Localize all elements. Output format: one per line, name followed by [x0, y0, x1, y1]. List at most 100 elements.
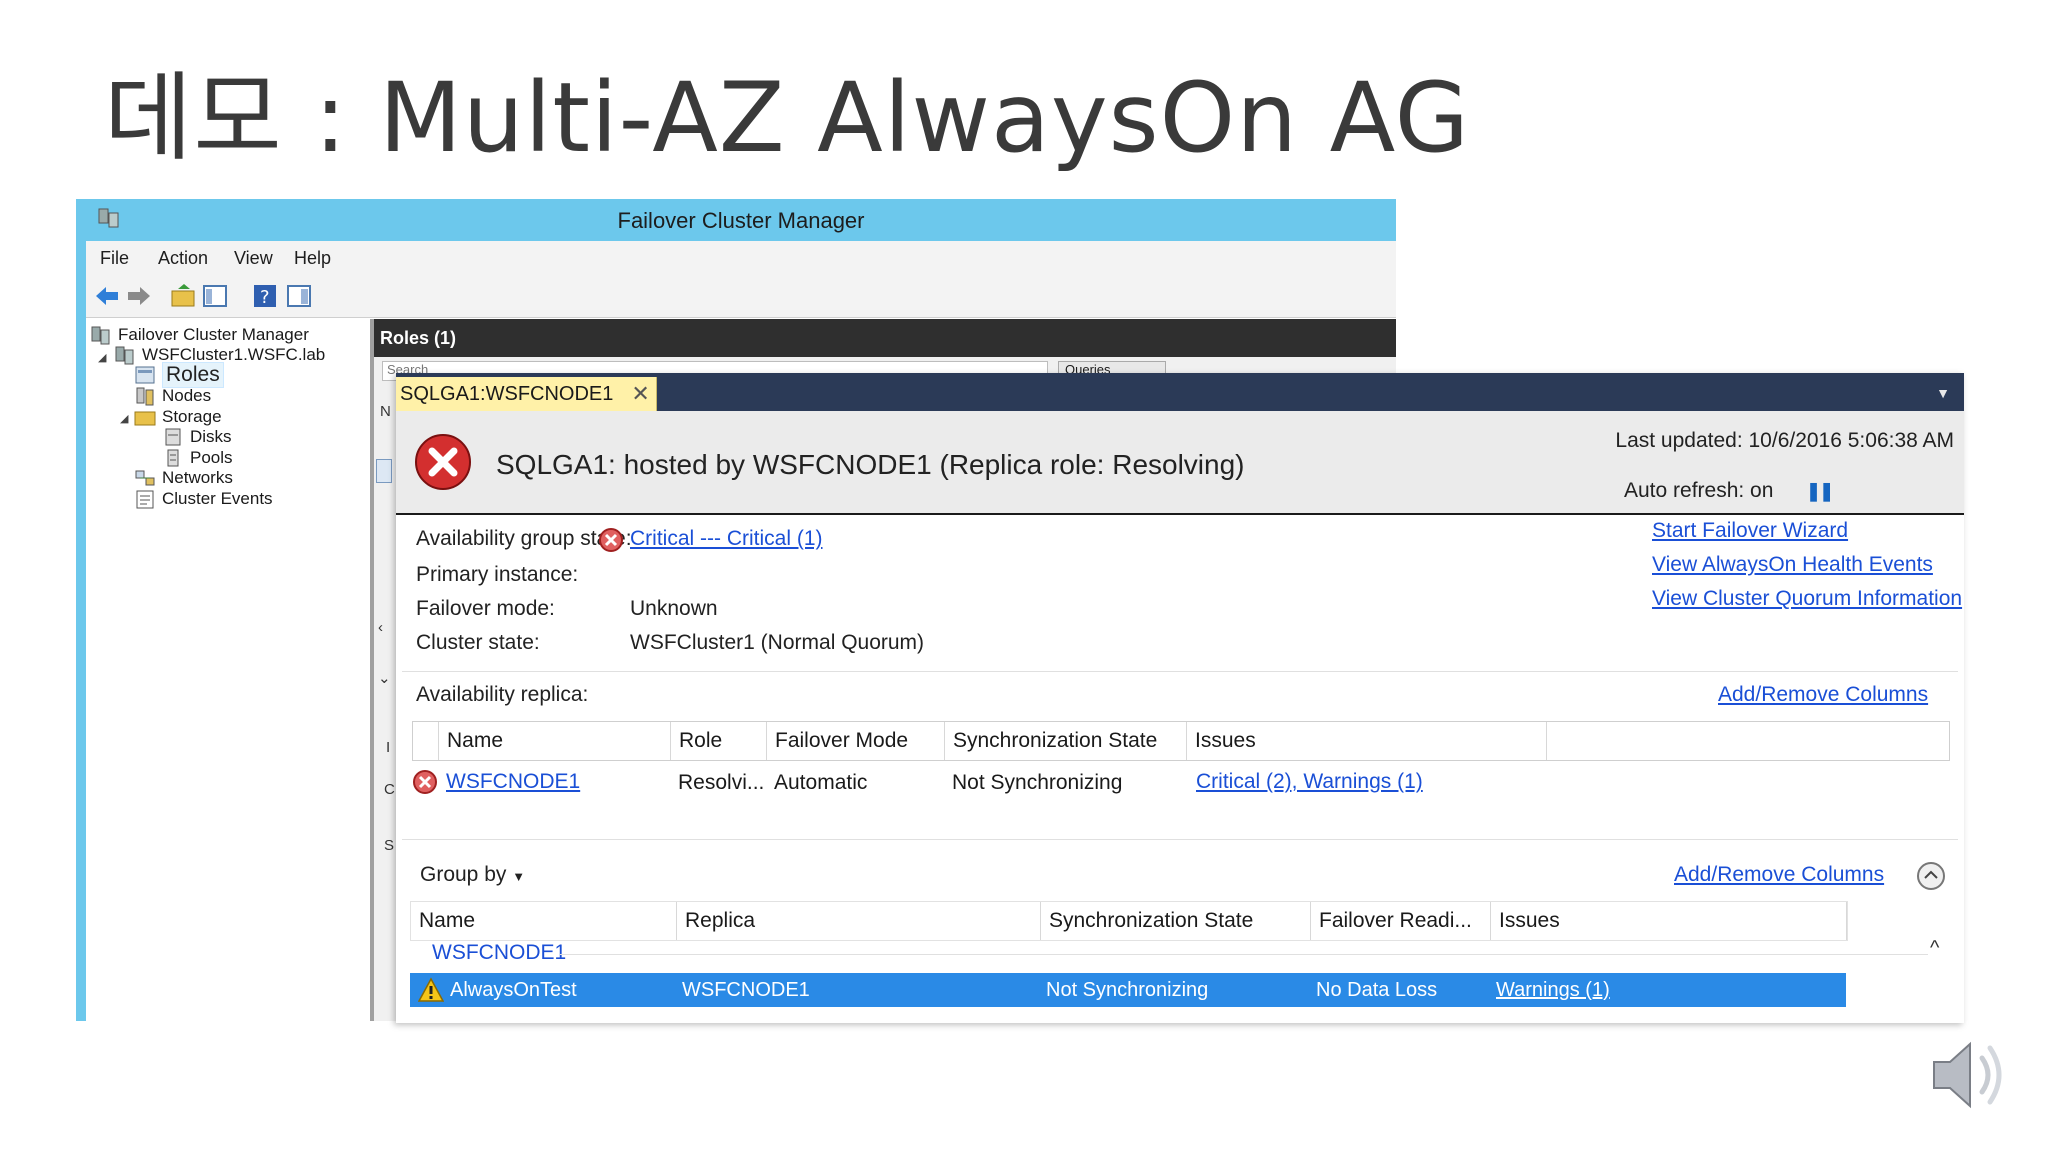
section-divider: [402, 839, 1958, 840]
replica-add-remove-columns-link[interactable]: Add/Remove Columns: [1718, 683, 1928, 707]
tree-item-nodes-label: Nodes: [162, 386, 212, 405]
replica-role: Resolvi...: [678, 771, 765, 794]
replica-grid-header: Name Role Failover Mode Synchronization …: [412, 721, 1950, 761]
db-col-name[interactable]: Name: [411, 902, 677, 940]
forward-arrow-icon[interactable]: [126, 283, 152, 309]
db-failover-readiness: No Data Loss: [1316, 979, 1438, 1001]
tree-item-storage-label: Storage: [162, 407, 222, 426]
back-arrow-icon[interactable]: [94, 283, 120, 309]
db-sync-state: Not Synchronizing: [1046, 979, 1209, 1001]
view-quorum-info-link[interactable]: View Cluster Quorum Information: [1652, 587, 1962, 611]
section-divider: [402, 671, 1958, 672]
error-x-icon: [413, 770, 437, 794]
window-title: Failover Cluster Manager: [617, 208, 865, 233]
alwayson-dashboard: SQLGA1:WSFCNODE1 ✕ ▼ SQLGA1: hosted by W…: [396, 373, 1964, 1023]
collapse-storage-toggle[interactable]: ◢: [120, 412, 128, 425]
db-col-replica[interactable]: Replica: [677, 902, 1041, 940]
database-grid-header: Name Replica Synchronization State Failo…: [410, 901, 1848, 941]
roles-header: Roles (1): [374, 319, 1396, 357]
db-name: AlwaysOnTest: [450, 979, 577, 1001]
collapse-cluster-toggle[interactable]: ◢: [98, 351, 106, 364]
ag-state-link[interactable]: Critical --- Critical (1): [630, 527, 823, 551]
nodes-icon: [136, 387, 154, 406]
group-by-label: Group by: [420, 863, 507, 886]
folder-up-icon[interactable]: [170, 283, 196, 309]
replica-col-failover-mode[interactable]: Failover Mode: [767, 722, 945, 760]
failover-mode-label: Failover mode:: [416, 597, 555, 620]
tree-item-pools-label: Pools: [190, 448, 233, 467]
window-titlebar[interactable]: Failover Cluster Manager: [86, 199, 1396, 241]
tree-item-networks-label: Networks: [162, 468, 233, 487]
table-row[interactable]: AlwaysOnTest WSFCNODE1 Not Synchronizing…: [410, 973, 1846, 1007]
menu-help[interactable]: Help: [294, 248, 331, 269]
last-updated-text: Last updated: 10/6/2016 5:06:38 AM: [1615, 429, 1954, 452]
help-icon[interactable]: ?: [252, 283, 278, 309]
menu-action[interactable]: Action: [158, 248, 208, 269]
dashboard-tab-bar: SQLGA1:WSFCNODE1 ✕ ▼: [396, 373, 1964, 411]
db-col-sync-state[interactable]: Synchronization State: [1041, 902, 1311, 940]
disks-icon: [165, 428, 181, 446]
tree-item-cluster-events-label: Cluster Events: [162, 489, 273, 508]
menu-bar: File Action View Help: [86, 241, 1396, 276]
speaker-icon[interactable]: [1926, 1030, 2016, 1120]
navigation-tree: Failover Cluster Manager ◢ WSFCluster1.W…: [86, 319, 374, 1021]
replica-header-spacer: [413, 722, 439, 760]
networks-icon: [135, 470, 155, 486]
pause-icon[interactable]: ❚❚: [1806, 481, 1834, 502]
view-health-events-link[interactable]: View AlwaysOn Health Events: [1652, 553, 1933, 577]
group-by-dropdown[interactable]: Group by ▼: [420, 863, 525, 887]
replica-col-role[interactable]: Role: [671, 722, 767, 760]
db-group-header[interactable]: WSFCNODE1: [432, 941, 566, 965]
dashboard-heading: SQLGA1: hosted by WSFCNODE1 (Replica rol…: [496, 449, 1245, 480]
replica-col-issues[interactable]: Issues: [1187, 722, 1547, 760]
db-issues-link[interactable]: Warnings (1): [1496, 979, 1610, 1002]
dashboard-header: SQLGA1: hosted by WSFCNODE1 (Replica rol…: [396, 411, 1964, 515]
pools-icon: [167, 449, 179, 467]
dashboard-tab-label: SQLGA1:WSFCNODE1: [400, 382, 614, 405]
replica-col-sync-state[interactable]: Synchronization State: [945, 722, 1187, 760]
replica-issues-link[interactable]: Critical (2), Warnings (1): [1196, 770, 1423, 794]
db-replica: WSFCNODE1: [682, 979, 810, 1001]
error-x-icon: [415, 434, 471, 490]
tree-item-cluster-events[interactable]: Cluster Events: [134, 487, 273, 511]
start-failover-wizard-link[interactable]: Start Failover Wizard: [1652, 519, 1848, 543]
auto-refresh-text: Auto refresh: on: [1624, 479, 1774, 502]
replica-sync-state: Not Synchronizing: [952, 771, 1123, 794]
show-hide-action-pane-icon[interactable]: [286, 283, 312, 309]
tree-root-label: Failover Cluster Manager: [118, 325, 309, 344]
storage-folder-icon: [134, 411, 156, 426]
replica-col-name[interactable]: Name: [439, 722, 671, 760]
cluster-state-value: WSFCluster1 (Normal Quorum): [630, 631, 925, 654]
cluster-icon: [115, 346, 134, 365]
tree-item-disks-label: Disks: [190, 427, 232, 446]
collapse-group-chevron-icon[interactable]: ^: [1930, 937, 1939, 960]
chevron-down-icon: ▼: [512, 869, 526, 884]
replica-name-link[interactable]: WSFCNODE1: [446, 770, 580, 794]
tab-list-chevron-icon[interactable]: ▼: [1936, 385, 1950, 401]
replica-section-label: Availability replica:: [416, 683, 589, 706]
slide-title: 데모 : Multi-AZ AlwaysOn AG: [104, 62, 1470, 174]
db-col-issues[interactable]: Issues: [1491, 902, 1847, 940]
menu-view[interactable]: View: [234, 248, 273, 269]
menu-file[interactable]: File: [100, 248, 129, 269]
primary-instance-label: Primary instance:: [416, 563, 579, 586]
replica-failover-mode: Automatic: [774, 771, 868, 794]
db-col-failover-readiness[interactable]: Failover Readi...: [1311, 902, 1491, 940]
roles-header-label: Roles (1): [380, 328, 457, 348]
failover-mode-value: Unknown: [630, 597, 718, 620]
dashboard-tab[interactable]: SQLGA1:WSFCNODE1 ✕: [396, 377, 657, 411]
cluster-events-icon: [136, 490, 154, 509]
cluster-manager-icon: [91, 326, 110, 345]
close-tab-icon[interactable]: ✕: [631, 381, 649, 407]
show-hide-console-tree-icon[interactable]: [202, 283, 228, 309]
roles-row-stub[interactable]: [376, 459, 392, 483]
svg-text:?: ?: [260, 287, 270, 308]
roles-icon: [135, 366, 155, 384]
group-divider: [560, 954, 1928, 955]
toolbar: ?: [86, 275, 1396, 318]
collapse-circle-icon[interactable]: [1916, 861, 1946, 891]
cluster-state-label: Cluster state:: [416, 631, 540, 654]
error-x-icon: [599, 528, 623, 552]
warning-triangle-icon: [418, 977, 444, 1002]
db-add-remove-columns-link[interactable]: Add/Remove Columns: [1674, 863, 1884, 887]
